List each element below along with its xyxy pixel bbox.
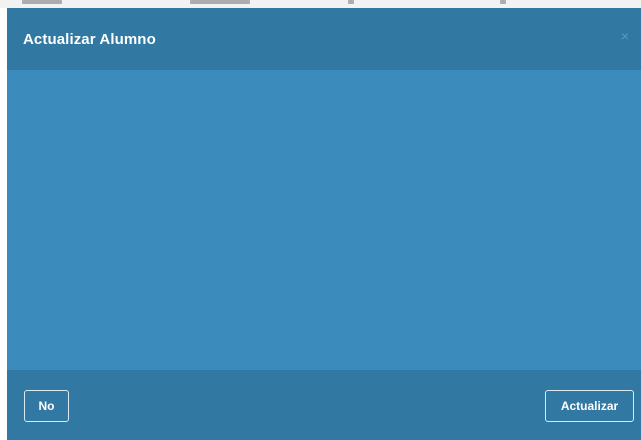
modal-footer: No Actualizar [7, 370, 641, 440]
update-button[interactable]: Actualizar [545, 390, 634, 422]
background-cell [348, 0, 354, 4]
modal-header: Actualizar Alumno × [7, 8, 641, 70]
background-cell [22, 0, 62, 4]
background-table-row [0, 0, 641, 8]
modal-title: Actualizar Alumno [23, 31, 156, 48]
update-student-modal: Actualizar Alumno × No Actualizar [7, 8, 641, 440]
background-cell [500, 0, 506, 4]
no-button[interactable]: No [24, 390, 69, 422]
modal-body [7, 70, 641, 370]
background-cell [190, 0, 250, 4]
close-icon[interactable]: × [617, 28, 633, 44]
